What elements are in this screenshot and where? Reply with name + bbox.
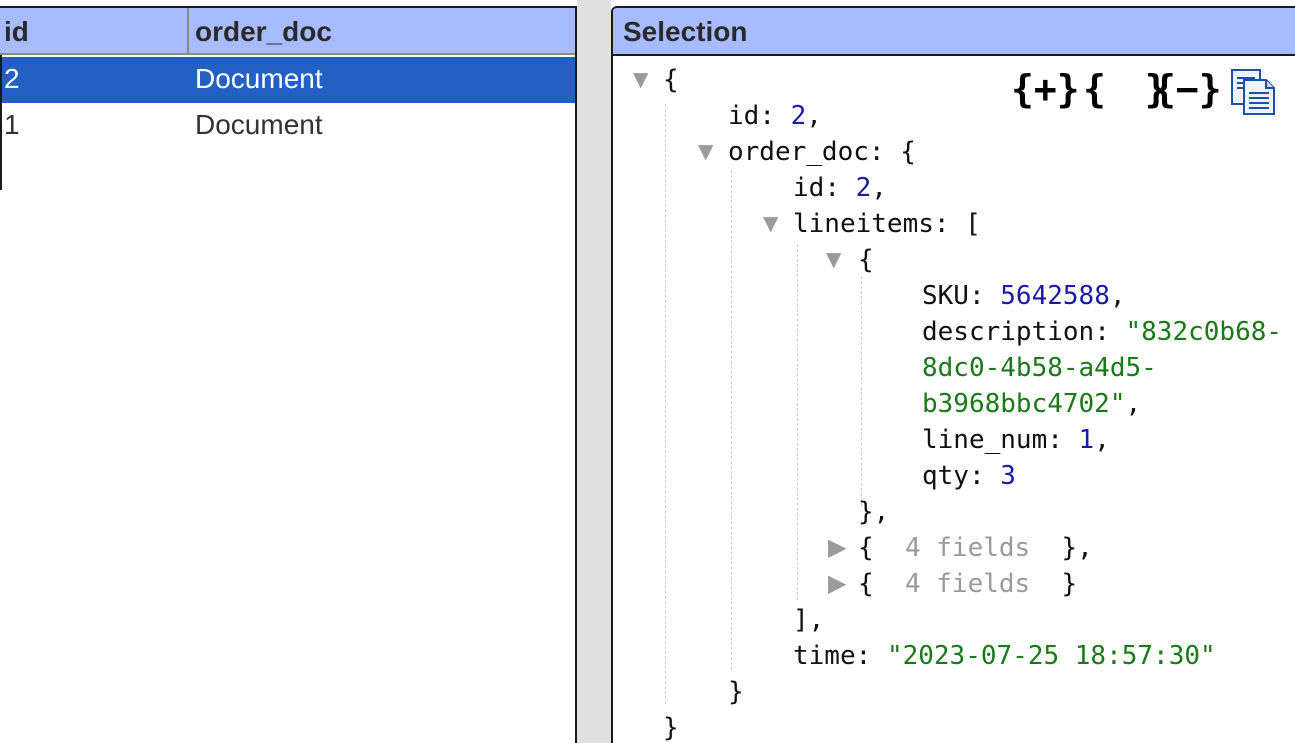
table-row[interactable]: 2 Document [2, 57, 575, 103]
collapse-toggle-icon[interactable]: ▼ [633, 61, 648, 97]
json-description-wrap: b3968bbc4702", [922, 389, 1142, 419]
selection-panel: Selection {+} { } {−} ▼ ▼ ▼ ▼ ▶ ▶ { id: … [611, 6, 1295, 743]
column-header-id[interactable]: id [4, 8, 29, 53]
collapse-toggle-icon[interactable]: ▼ [826, 241, 841, 277]
json-array-close: ], [793, 605, 825, 635]
grid-header: id order_doc [0, 8, 575, 55]
json-line-line-num: line_num: 1, [922, 425, 1110, 455]
json-item-open: { [858, 245, 874, 275]
json-line-sku: SKU: 5642588, [922, 281, 1126, 311]
column-divider[interactable] [187, 8, 189, 53]
cell-id[interactable]: 1 [4, 103, 20, 147]
selection-header: Selection [613, 8, 1295, 56]
expand-toggle-icon[interactable]: ▶ [828, 565, 846, 601]
expand-toggle-icon[interactable]: ▶ [828, 529, 846, 565]
panel-splitter[interactable] [577, 0, 611, 743]
json-root-close: } [663, 713, 679, 743]
cell-order-doc[interactable]: Document [195, 57, 323, 101]
json-root-open: { [663, 65, 679, 95]
collapse-toggle-icon[interactable]: ▼ [698, 133, 713, 169]
indent-guide [861, 276, 862, 506]
indent-guide [665, 104, 666, 704]
json-line-qty: qty: 3 [922, 461, 1016, 491]
indent-guide [797, 244, 798, 600]
cell-id[interactable]: 2 [4, 57, 20, 101]
json-line-order-doc: order_doc: { [728, 137, 916, 167]
json-line-lineitems: lineitems: [ [793, 209, 981, 239]
collapse-all-button[interactable]: {−} [1153, 64, 1222, 114]
json-inner-close: } [728, 677, 744, 707]
column-header-order-doc[interactable]: order_doc [195, 8, 332, 53]
results-grid: id order_doc 2 Document 1 Document [0, 6, 577, 743]
json-collapsed-item[interactable]: { 4 fields }, [858, 530, 1093, 566]
json-line-description: description: "832c0b68- [922, 317, 1283, 347]
copy-document-icon[interactable] [1229, 68, 1277, 116]
indent-guide [731, 170, 732, 670]
selection-title: Selection [623, 16, 748, 47]
json-line-inner-id: id: 2, [793, 173, 887, 203]
collapse-toggle-icon[interactable]: ▼ [763, 205, 778, 241]
grid-left-border [0, 55, 2, 190]
table-row[interactable]: 1 Document [2, 103, 575, 149]
expand-all-button[interactable]: {+} [1011, 64, 1080, 114]
json-line-time: time: "2023-07-25 18:57:30" [793, 641, 1216, 671]
json-item-close: }, [858, 497, 890, 527]
json-description-wrap: 8dc0-4b58-a4d5- [922, 353, 1157, 383]
cell-order-doc[interactable]: Document [195, 103, 323, 147]
json-collapsed-item[interactable]: { 4 fields } [858, 566, 1077, 602]
json-line-id: id: 2, [728, 101, 822, 131]
